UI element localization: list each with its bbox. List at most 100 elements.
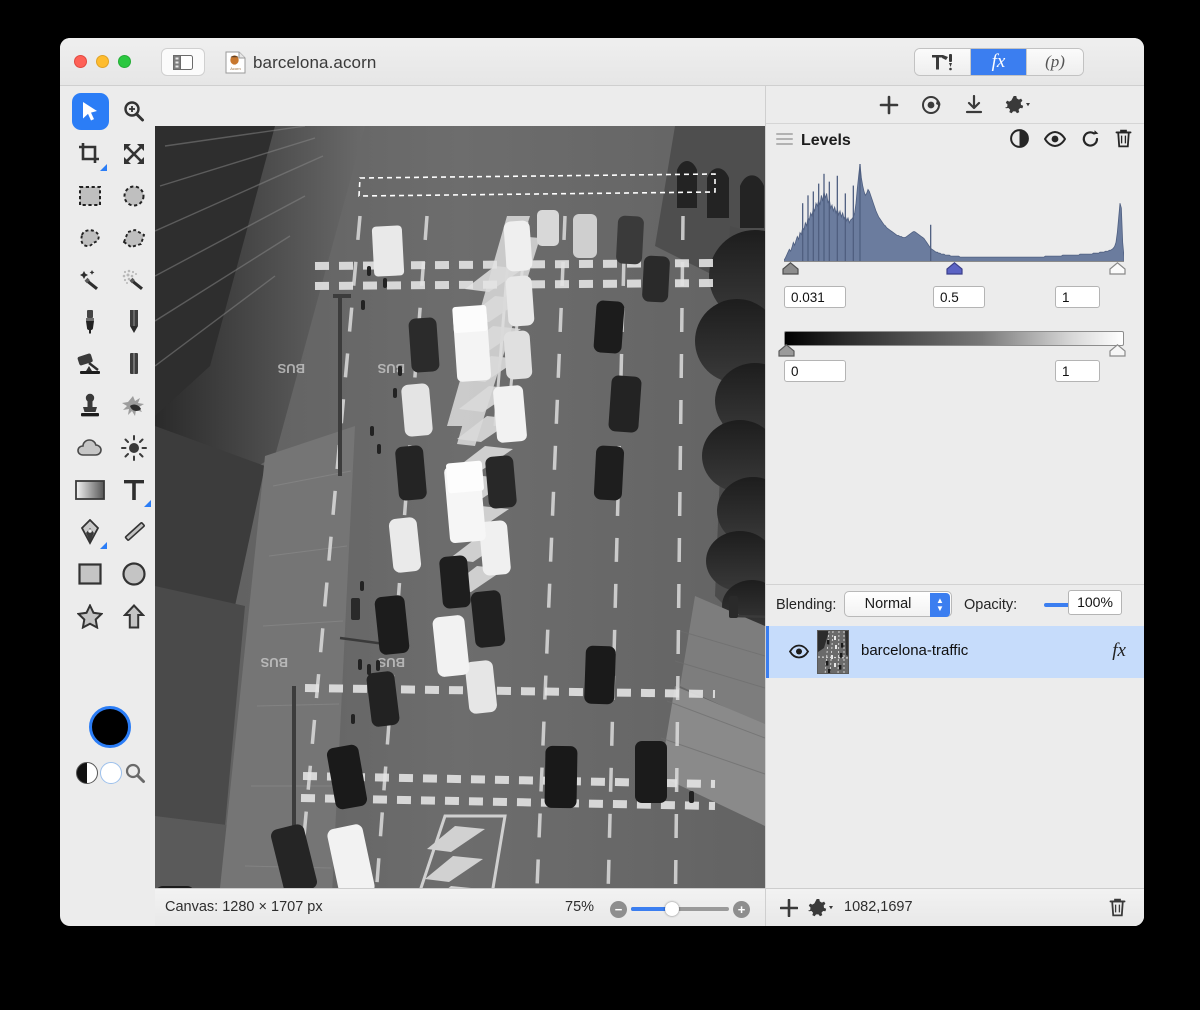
polygon-lasso-icon [122,227,146,249]
levels-panel-title: Levels [801,132,851,150]
close-window-button[interactable] [74,55,87,68]
layer-thumbnail-image [818,631,849,674]
layer-fx-badge[interactable]: fx [1112,640,1126,662]
levels-panel-header: Levels [766,124,1144,160]
output-low-field[interactable]: 0 [784,360,846,382]
dodge-tool[interactable] [112,427,156,469]
brush-tool[interactable] [68,301,112,343]
text-t-icon [122,478,146,502]
sidebar-toggle-button[interactable] [161,48,205,76]
output-low-handle[interactable] [778,344,795,357]
minimize-window-button[interactable] [96,55,109,68]
download-arrow-icon[interactable] [965,95,983,115]
magnifier-icon[interactable] [124,762,146,784]
segment-filters[interactable]: fx [971,49,1027,75]
white-point-field[interactable]: 1 [1055,286,1100,308]
eye-icon[interactable] [1044,131,1066,147]
output-levels-handles [784,344,1124,360]
move-tool[interactable] [68,91,112,133]
gamma-handle[interactable] [946,262,963,275]
zoom-slider[interactable]: − + [610,900,750,918]
contrast-circle-icon[interactable] [1010,129,1029,148]
maximize-window-button[interactable] [118,55,131,68]
add-layer-plus-icon[interactable] [780,899,798,917]
color-controls [76,758,146,788]
pen-nib-icon [79,519,101,545]
zoom-out-icon[interactable]: − [610,901,627,918]
sidebar-toggle-icon [173,55,193,70]
rectangle-tool[interactable] [68,553,112,595]
gear-dropdown-icon[interactable] [1005,95,1031,115]
lasso-tool[interactable] [68,217,112,259]
segment-tools[interactable] [915,49,971,75]
pencil-tool[interactable] [112,301,156,343]
tool-palette [60,86,155,888]
arrow-cursor-icon [80,101,100,123]
white-circle-icon[interactable] [100,762,122,784]
image-canvas[interactable]: BUS BUS BUS BUS [155,126,765,926]
window-titlebar: Acorn barcelona.acorn fx (p) [60,38,1144,86]
canvas-status-bar: Canvas: 1280 × 1707 px 75% − + [155,888,765,926]
ellipse-tool[interactable] [112,553,156,595]
line-tool[interactable] [112,511,156,553]
eraser-tool[interactable] [112,343,156,385]
text-tool[interactable] [112,469,156,511]
arrow-shape-icon [123,604,145,629]
pen-tool[interactable] [68,511,112,553]
white-point-handle[interactable] [1109,262,1126,275]
zoom-slider-track[interactable] [631,907,729,911]
zoom-tool[interactable] [112,91,156,133]
clone-stamp-tool[interactable] [68,385,112,427]
text-tool-submenu-indicator[interactable] [144,500,151,507]
drag-handle-icon[interactable] [776,133,793,148]
paint-bucket-tool[interactable] [68,343,112,385]
chevron-updown-icon[interactable]: ▲ ▼ [930,593,950,617]
segment-presets[interactable]: (p) [1027,49,1083,75]
foreground-color-swatch[interactable] [89,706,131,748]
polygon-lasso-tool[interactable] [112,217,156,259]
layer-settings-gear-icon[interactable] [808,898,834,918]
layer-name-label: barcelona-traffic [861,642,968,659]
magic-wand-tool[interactable] [68,259,112,301]
star-icon [77,604,103,629]
instant-alpha-tool[interactable] [112,259,156,301]
arrow-shape-tool[interactable] [112,595,156,637]
crop-tool-submenu-indicator[interactable] [100,164,107,171]
zoom-slider-knob[interactable] [665,902,679,916]
delete-layer-trash-icon[interactable] [1109,898,1126,917]
rect-select-tool[interactable] [68,175,112,217]
layer-row[interactable]: barcelona-traffic fx [766,626,1144,678]
gradient-tool[interactable] [68,469,112,511]
levels-header-actions [1010,129,1132,148]
acorn-document-icon: Acorn [225,51,246,74]
ellipse-select-tool[interactable] [112,175,156,217]
zoom-in-icon[interactable]: + [733,901,750,918]
dashed-rectangle-icon [78,184,102,208]
output-high-handle[interactable] [1109,344,1126,357]
pen-tool-submenu-indicator[interactable] [100,542,107,549]
output-high-field[interactable]: 1 [1055,360,1100,382]
levels-histogram[interactable] [784,162,1124,262]
reset-arrow-icon[interactable] [1081,129,1100,148]
star-tool[interactable] [68,595,112,637]
eye-disc-icon[interactable] [921,95,943,115]
rectangle-icon [78,563,102,585]
trash-icon[interactable] [1115,129,1132,148]
magic-wand-halftone-icon [121,268,147,292]
plus-icon[interactable] [879,95,899,115]
crop-tool[interactable] [68,133,112,175]
sun-icon [121,435,147,461]
transform-tool[interactable] [112,133,156,175]
blending-mode-select[interactable]: Normal ▲ ▼ [844,591,952,617]
opacity-value-field[interactable]: 100% [1068,590,1122,615]
gamma-field[interactable]: 0.5 [933,286,985,308]
paint-brush-icon [82,309,98,335]
black-point-field[interactable]: 0.031 [784,286,846,308]
black-point-handle[interactable] [782,262,799,275]
layer-visibility-eye-icon[interactable] [789,644,809,659]
smudge-tool[interactable] [112,385,156,427]
panel-mode-segmented-control[interactable]: fx (p) [914,48,1084,76]
filters-panel: Levels [765,86,1144,926]
blur-tool[interactable] [68,427,112,469]
half-circle-icon[interactable] [76,762,98,784]
